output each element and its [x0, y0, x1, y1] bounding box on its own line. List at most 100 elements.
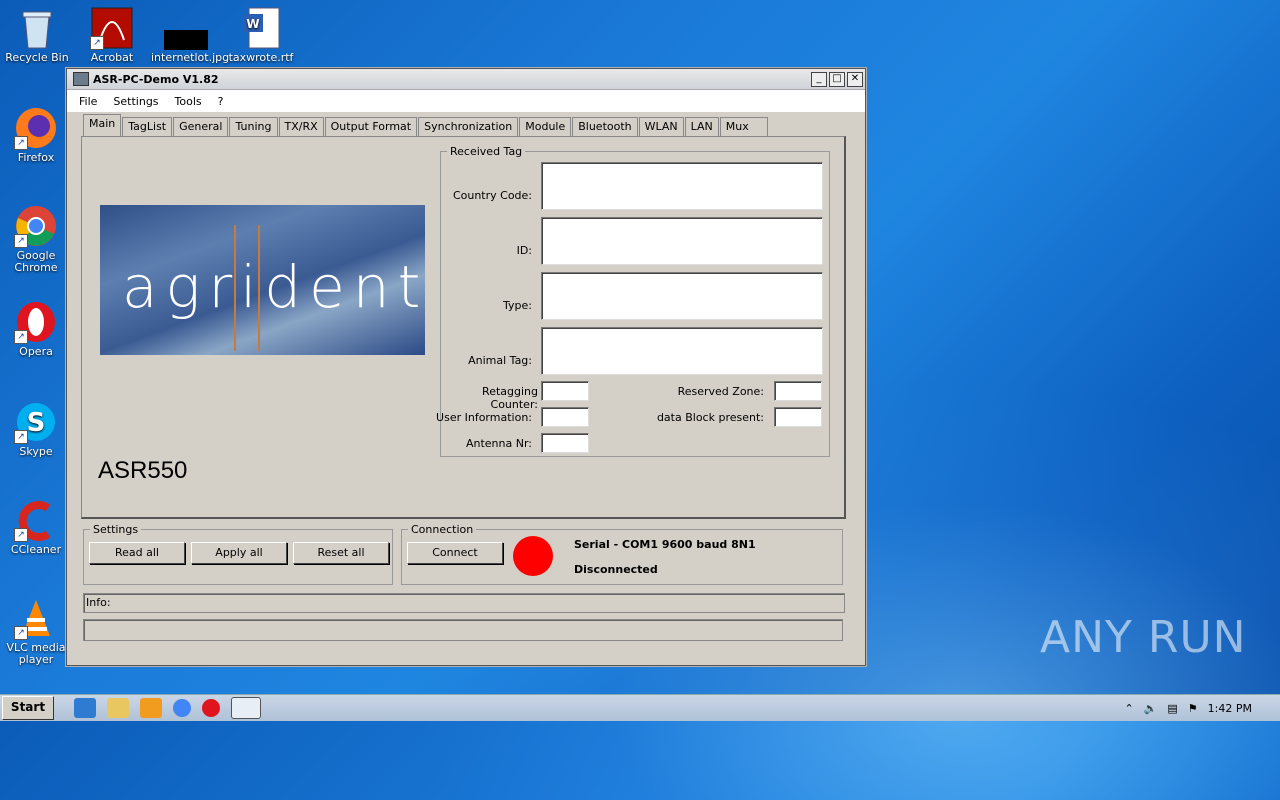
- svg-text:W: W: [246, 17, 259, 31]
- ccleaner-icon: ↗: [14, 498, 58, 542]
- start-button[interactable]: Start: [2, 696, 54, 720]
- shortcut-arrow-icon: ↗: [14, 136, 28, 150]
- port-info-text: Serial - COM1 9600 baud 8N1: [574, 538, 756, 551]
- action-center-flag-icon[interactable]: ⚑: [1188, 702, 1198, 715]
- internet-explorer-icon[interactable]: [74, 698, 96, 718]
- connection-status-indicator: [513, 536, 553, 576]
- desktop-icon-google-chrome[interactable]: ↗ Google Chrome: [1, 204, 71, 274]
- desktop-icon-opera[interactable]: ↗ Opera: [1, 300, 71, 358]
- clock[interactable]: 1:42 PM: [1208, 702, 1252, 715]
- system-tray: ⌃ 🔈 ▤ ⚑ 1:42 PM: [1124, 695, 1280, 721]
- menu-tools[interactable]: Tools: [175, 95, 202, 108]
- shortcut-arrow-icon: ↗: [14, 626, 28, 640]
- retagging-counter-label: Retagging Counter:: [482, 385, 538, 411]
- reserved-zone-label: Reserved Zone:: [677, 385, 764, 398]
- country-code-label: Country Code:: [452, 189, 532, 202]
- svg-text:S: S: [27, 408, 46, 438]
- desktop-icon-recycle-bin[interactable]: Recycle Bin: [2, 6, 72, 64]
- settings-legend: Settings: [93, 523, 139, 536]
- tab-general[interactable]: General: [173, 117, 229, 136]
- connection-legend: Connection: [411, 523, 474, 536]
- tray-expand-icon[interactable]: ⌃: [1124, 702, 1133, 715]
- vlc-icon: ↗: [14, 596, 58, 640]
- shortcut-arrow-icon: ↗: [14, 528, 28, 542]
- connection-status-text: Disconnected: [574, 563, 658, 576]
- reset-all-button[interactable]: Reset all: [293, 542, 389, 564]
- main-tab-panel: agrident ASR550 Received Tag Country Cod…: [81, 136, 846, 519]
- skype-icon: S ↗: [14, 400, 58, 444]
- asr-pc-demo-taskbar-button[interactable]: [231, 697, 261, 719]
- tab-wlan[interactable]: WLAN: [638, 117, 684, 136]
- acrobat-icon: ↗: [90, 6, 134, 50]
- desktop-icon-ccleaner[interactable]: ↗ CCleaner: [1, 498, 71, 556]
- media-player-icon[interactable]: [140, 698, 162, 718]
- tab-mux[interactable]: Mux: [719, 117, 768, 136]
- info-label: Info:: [86, 596, 111, 609]
- tab-module[interactable]: Module: [519, 117, 572, 136]
- user-information-label: User Information:: [436, 411, 532, 424]
- word-document-icon: W: [239, 6, 283, 50]
- opera-taskbar-icon[interactable]: [202, 699, 220, 717]
- data-block-present-label: data Block present:: [656, 411, 764, 424]
- chrome-icon: ↗: [14, 204, 58, 248]
- desktop-icon-acrobat[interactable]: ↗ Acrobat: [77, 6, 147, 64]
- network-icon[interactable]: ▤: [1167, 702, 1177, 715]
- device-model: ASR550: [98, 457, 188, 484]
- volume-icon[interactable]: 🔈: [1144, 702, 1158, 715]
- user-information-field[interactable]: [541, 407, 589, 427]
- logo-text: agrident: [122, 253, 425, 321]
- title-bar[interactable]: ASR-PC-Demo V1.82 _ □ ✕: [67, 69, 865, 90]
- tab-taglist[interactable]: TagList: [122, 117, 173, 136]
- tab-main[interactable]: Main: [83, 114, 122, 136]
- animal-tag-label: Animal Tag:: [468, 354, 532, 367]
- firefox-icon: ↗: [14, 106, 58, 150]
- tab-synchronization[interactable]: Synchronization: [418, 117, 519, 136]
- tab-output-format[interactable]: Output Format: [324, 117, 418, 136]
- desktop-icon-taxwrote[interactable]: W taxwrote.rtf: [226, 6, 296, 64]
- taskbar: Start ⌃ 🔈 ▤ ⚑ 1:42 PM: [0, 694, 1280, 721]
- start-label: Start: [10, 700, 46, 714]
- antenna-nr-label: Antenna Nr:: [465, 437, 532, 450]
- menu-file[interactable]: File: [79, 95, 97, 108]
- desktop-icon-internetlot[interactable]: internetlot.jpg: [151, 6, 229, 64]
- apply-all-button[interactable]: Apply all: [191, 542, 287, 564]
- menu-settings[interactable]: Settings: [113, 95, 158, 108]
- type-field[interactable]: [541, 272, 823, 320]
- tab-strip: Main TagList General Tuning TX/RX Output…: [83, 114, 769, 136]
- agrident-logo: agrident: [100, 205, 425, 355]
- connect-button[interactable]: Connect: [407, 542, 503, 564]
- tab-bluetooth[interactable]: Bluetooth: [572, 117, 638, 136]
- data-block-present-field[interactable]: [774, 407, 822, 427]
- image-file-icon: [164, 6, 208, 50]
- close-button[interactable]: ✕: [847, 71, 863, 87]
- opera-icon: ↗: [14, 300, 58, 344]
- window-title: ASR-PC-Demo V1.82: [93, 72, 219, 86]
- maximize-button[interactable]: □: [829, 71, 845, 87]
- minimize-button[interactable]: _: [811, 71, 827, 87]
- shortcut-arrow-icon: ↗: [90, 36, 104, 50]
- recycle-bin-icon: [15, 6, 59, 50]
- shortcut-arrow-icon: ↗: [14, 330, 28, 344]
- desktop-icon-skype[interactable]: S ↗ Skype: [1, 400, 71, 458]
- watermark-text: ANY RUN: [1040, 612, 1247, 663]
- menu-bar: File Settings Tools ?: [67, 90, 865, 112]
- retagging-counter-field[interactable]: [541, 381, 589, 401]
- desktop-icon-vlc[interactable]: ↗ VLC media player: [1, 596, 71, 666]
- app-window: ASR-PC-Demo V1.82 _ □ ✕ File Settings To…: [66, 68, 866, 666]
- tab-lan[interactable]: LAN: [684, 117, 719, 136]
- desktop-icon-firefox[interactable]: ↗ Firefox: [1, 106, 71, 164]
- animal-tag-field[interactable]: [541, 327, 823, 375]
- tab-txrx[interactable]: TX/RX: [278, 117, 324, 136]
- id-field[interactable]: [541, 217, 823, 265]
- status-bar: [83, 619, 843, 641]
- chrome-taskbar-icon[interactable]: [173, 699, 191, 717]
- file-explorer-icon[interactable]: [107, 698, 129, 718]
- id-label: ID:: [516, 244, 532, 257]
- read-all-button[interactable]: Read all: [89, 542, 185, 564]
- reserved-zone-field[interactable]: [774, 381, 822, 401]
- app-window-icon: [73, 72, 89, 86]
- menu-help[interactable]: ?: [218, 95, 224, 108]
- country-code-field[interactable]: [541, 162, 823, 210]
- tab-tuning[interactable]: Tuning: [229, 117, 278, 136]
- antenna-nr-field[interactable]: [541, 433, 589, 453]
